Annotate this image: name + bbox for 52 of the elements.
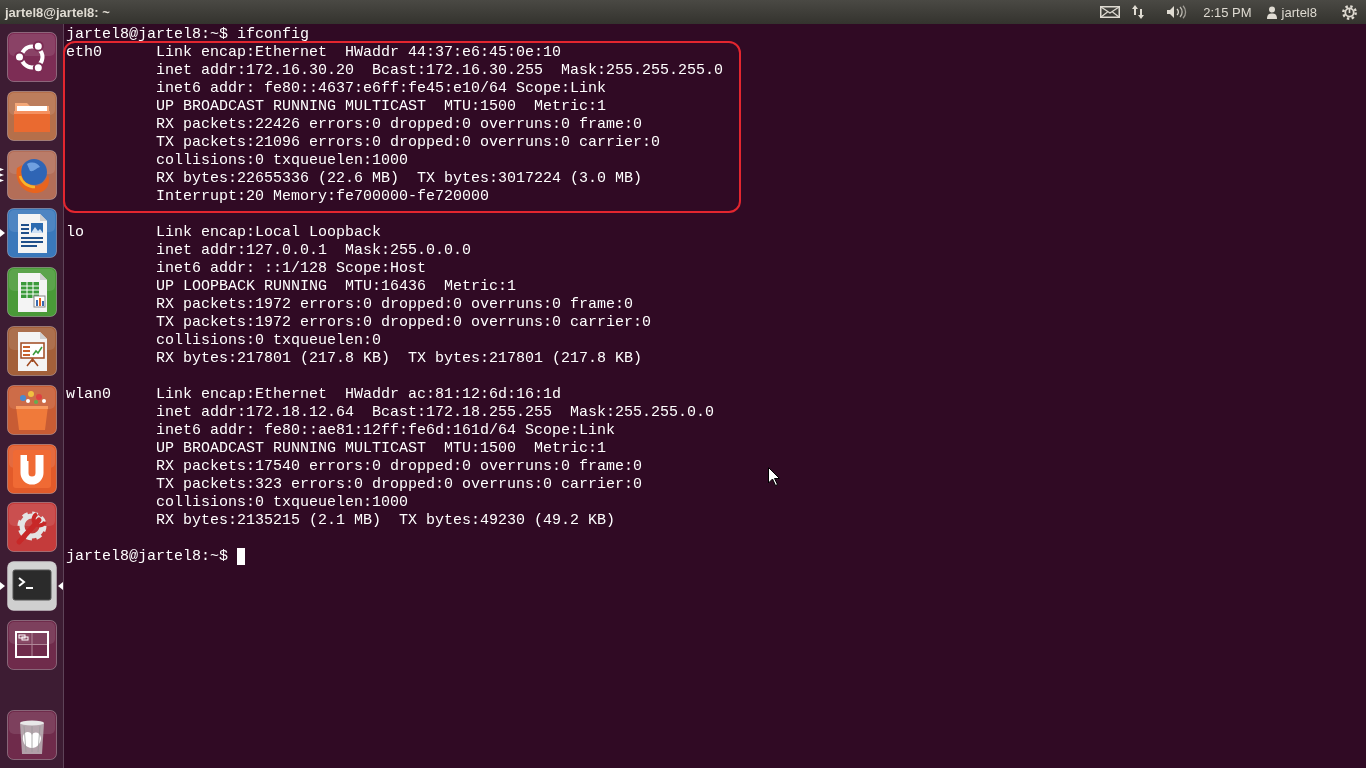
- interface-name: eth0: [66, 44, 102, 62]
- shopping-bag-icon[interactable]: [7, 384, 57, 435]
- circle-logo-icon[interactable]: [7, 32, 57, 82]
- output-line: inet6 addr: ::1/128 Scope:Host: [156, 260, 427, 278]
- output-line: inet addr:172.18.12.64 Bcast:172.18.255.255 Mask:255.255.0.0: [156, 404, 715, 422]
- output-line: TX packets:323 errors:0 dropped:0 overruns:0 carrier:0: [156, 476, 643, 494]
- envelope-icon[interactable]: [1100, 6, 1121, 18]
- user-icon[interactable]: [1266, 5, 1277, 19]
- output-line: RX bytes:2135215 (2.1 MB) TX bytes:49230 (49.2 KB): [156, 512, 616, 530]
- speaker-icon[interactable]: [1167, 5, 1188, 19]
- output-line: collisions:0 txqueuelen:1000: [156, 494, 409, 512]
- terminal-icon[interactable]: [7, 561, 57, 612]
- prompt-line: jartel8@jartel8:~$ ifconfig: [66, 26, 310, 44]
- output-line: RX packets:17540 errors:0 dropped:0 overruns:0 frame:0: [156, 458, 643, 476]
- output-line: inet6 addr: fe80::4637:e6ff:fe45:e10/64 Scope:Link: [156, 80, 607, 98]
- folder-icon[interactable]: [7, 90, 57, 141]
- workspace-grid-icon[interactable]: [7, 619, 57, 670]
- prompt-text: jartel8@jartel8:~$: [66, 548, 229, 565]
- mouse-pointer-icon: [768, 467, 780, 486]
- output-line: collisions:0 txqueuelen:1000: [156, 152, 409, 170]
- u-logo-icon[interactable]: [7, 443, 57, 494]
- output-line: inet addr:172.16.30.20 Bcast:172.16.30.255 Mask:255.255.255.0: [156, 62, 724, 80]
- output-line: Link encap:Ethernet HWaddr ac:81:12:6d:16:1d: [156, 386, 562, 404]
- output-line: Link encap:Ethernet HWaddr 44:37:e6:45:0e:10: [156, 44, 562, 62]
- output-line: Interrupt:20 Memory:fe700000-fe720000: [156, 188, 490, 206]
- output-line: TX packets:21096 errors:0 dropped:0 overruns:0 carrier:0: [156, 134, 661, 152]
- output-line: RX bytes:22655336 (22.6 MB) TX bytes:3017224 (3.0 MB): [156, 170, 643, 188]
- output-line: collisions:0 txqueuelen:0: [156, 332, 382, 350]
- trash-icon[interactable]: [7, 710, 57, 760]
- up-down-arrows-icon[interactable]: [1132, 5, 1145, 19]
- text-document-icon[interactable]: [7, 208, 57, 259]
- clock-text[interactable]: 2:15 PM: [1203, 4, 1252, 20]
- cursor-block-icon: [237, 548, 246, 565]
- output-line: UP BROADCAST RUNNING MULTICAST MTU:1500 Metric:1: [156, 98, 607, 116]
- output-line: inet addr:127.0.0.1 Mask:255.0.0.0: [156, 242, 472, 260]
- output-line: RX packets:1972 errors:0 dropped:0 overruns:0 frame:0: [156, 296, 634, 314]
- output-line: UP BROADCAST RUNNING MULTICAST MTU:1500 Metric:1: [156, 440, 607, 458]
- spreadsheet-icon[interactable]: [7, 267, 57, 318]
- output-line: TX packets:1972 errors:0 dropped:0 overruns:0 carrier:0: [156, 314, 652, 332]
- interface-name: wlan0: [66, 386, 111, 404]
- interface-name: lo: [66, 224, 84, 242]
- presentation-icon[interactable]: [7, 326, 57, 376]
- window-title: jartel8@jartel8: ~: [3, 4, 110, 20]
- user-name[interactable]: jartel8: [1281, 4, 1317, 20]
- output-line: UP LOOPBACK RUNNING MTU:16436 Metric:1: [156, 278, 517, 296]
- output-line: RX packets:22426 errors:0 dropped:0 overruns:0 frame:0: [156, 116, 643, 134]
- output-line: RX bytes:217801 (217.8 KB) TX bytes:217801 (217.8 KB): [156, 350, 643, 368]
- output-line: inet6 addr: fe80::ae81:12ff:fe6d:161d/64 Scope:Link: [156, 422, 616, 440]
- gear-wrench-icon[interactable]: [7, 502, 57, 553]
- globe-icon[interactable]: [7, 149, 57, 200]
- output-line: Link encap:Local Loopback: [156, 224, 382, 242]
- gear-icon[interactable]: [1342, 4, 1357, 20]
